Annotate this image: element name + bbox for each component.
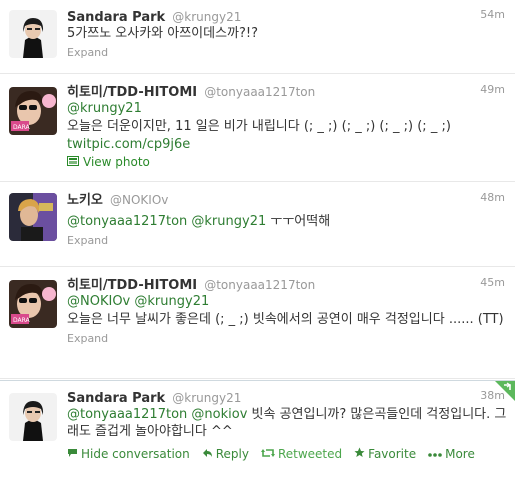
tweet-item[interactable]: DARA 히토미/TDD-HITOMI @tonyaaa1217ton 49m … xyxy=(0,75,515,182)
retweeted-button[interactable]: Retweeted xyxy=(260,447,343,461)
svg-text:DARA: DARA xyxy=(13,124,31,131)
avatar[interactable]: DARA xyxy=(9,87,57,135)
tweet-text: ㅜㅜ어떡해 xyxy=(270,214,331,229)
reply-arrow-icon xyxy=(202,447,213,461)
tweet-item[interactable]: DARA 히토미/TDD-HITOMI @tonyaaa1217ton 45m … xyxy=(0,268,515,379)
svg-text:DARA: DARA xyxy=(13,317,31,324)
expand-link[interactable]: Expand xyxy=(67,46,509,59)
speech-bubble-icon xyxy=(67,447,78,461)
hide-conversation-label: Hide conversation xyxy=(81,447,190,461)
star-icon xyxy=(354,447,365,461)
tweet-text: 5가쯔노 오사카와 아쯔이데스까?!? xyxy=(67,26,259,41)
tweet-username[interactable]: @krungy21 xyxy=(172,391,241,405)
mention-link[interactable]: @krungy21 xyxy=(67,101,142,116)
tweet-timestamp[interactable]: 48m xyxy=(480,191,505,204)
hide-conversation-button[interactable]: Hide conversation xyxy=(67,447,190,461)
tweet-timestamp[interactable]: 49m xyxy=(480,83,505,96)
tweet-item[interactable]: Sandara Park @krungy21 54m 5가쯔노 오사카와 아쯔이… xyxy=(0,0,515,74)
reply-label: Reply xyxy=(215,447,249,461)
tweet-timestamp[interactable]: 38m xyxy=(480,389,505,402)
view-photo-button[interactable]: View photo xyxy=(67,155,509,169)
tweet-actions: Hide conversation Reply Retweeted Favori… xyxy=(67,447,509,461)
tweet-username[interactable]: @tonyaaa1217ton xyxy=(204,85,315,99)
tweet-username[interactable]: @krungy21 xyxy=(172,10,241,24)
more-button[interactable]: More xyxy=(428,447,475,461)
retweet-icon xyxy=(260,447,275,461)
mention-link[interactable]: @NOKIOv xyxy=(67,294,130,309)
mention-link[interactable]: @krungy21 xyxy=(191,214,266,229)
tweet-timeline: Sandara Park @krungy21 54m 5가쯔노 오사카와 아쯔이… xyxy=(0,0,515,479)
mention-link[interactable]: @tonyaaa1217ton xyxy=(67,214,187,229)
tweet-item[interactable]: Sandara Park @krungy21 38m @tonyaaa1217t… xyxy=(0,380,515,479)
tweet-fullname[interactable]: Sandara Park xyxy=(67,10,165,25)
tweet-fullname[interactable]: 노키오 xyxy=(67,193,103,208)
expand-link[interactable]: Expand xyxy=(67,234,509,247)
expand-link[interactable]: Expand xyxy=(67,332,509,345)
twitpic-link[interactable]: twitpic.com/cp9j6e xyxy=(67,137,190,152)
photo-icon xyxy=(67,155,79,169)
more-label: More xyxy=(445,447,475,461)
tweet-fullname[interactable]: 히토미/TDD-HITOMI xyxy=(67,85,197,100)
view-photo-label: View photo xyxy=(83,155,150,169)
avatar[interactable] xyxy=(9,193,57,241)
tweet-timestamp[interactable]: 45m xyxy=(480,276,505,289)
tweet-text: 오늘은 더운이지만, 11 일은 비가 내립니다 (; _ ;) (; _ ;)… xyxy=(67,119,451,134)
mention-link[interactable]: @nokiov xyxy=(191,407,247,422)
tweet-fullname[interactable]: 히토미/TDD-HITOMI xyxy=(67,278,197,293)
more-dots-icon xyxy=(428,447,442,461)
avatar[interactable] xyxy=(9,393,57,441)
tweet-fullname[interactable]: Sandara Park xyxy=(67,391,165,406)
tweet-text: 오늘은 너무 날씨가 좋은데 (; _ ;) 빗속에서의 공연이 매우 걱정입니… xyxy=(67,312,504,327)
favorite-label: Favorite xyxy=(368,447,417,461)
avatar[interactable]: DARA xyxy=(9,280,57,328)
favorite-button[interactable]: Favorite xyxy=(354,447,416,461)
mention-link[interactable]: @krungy21 xyxy=(134,294,209,309)
mention-link[interactable]: @tonyaaa1217ton xyxy=(67,407,187,422)
tweet-username[interactable]: @NOKIOv xyxy=(110,193,168,207)
tweet-username[interactable]: @tonyaaa1217ton xyxy=(204,278,315,292)
tweet-item[interactable]: 노키오 @NOKIOv 48m @tonyaaa1217ton @krungy2… xyxy=(0,183,515,267)
avatar[interactable] xyxy=(9,10,57,58)
tweet-timestamp[interactable]: 54m xyxy=(480,8,505,21)
reply-button[interactable]: Reply xyxy=(202,447,249,461)
retweeted-label: Retweeted xyxy=(277,447,343,461)
